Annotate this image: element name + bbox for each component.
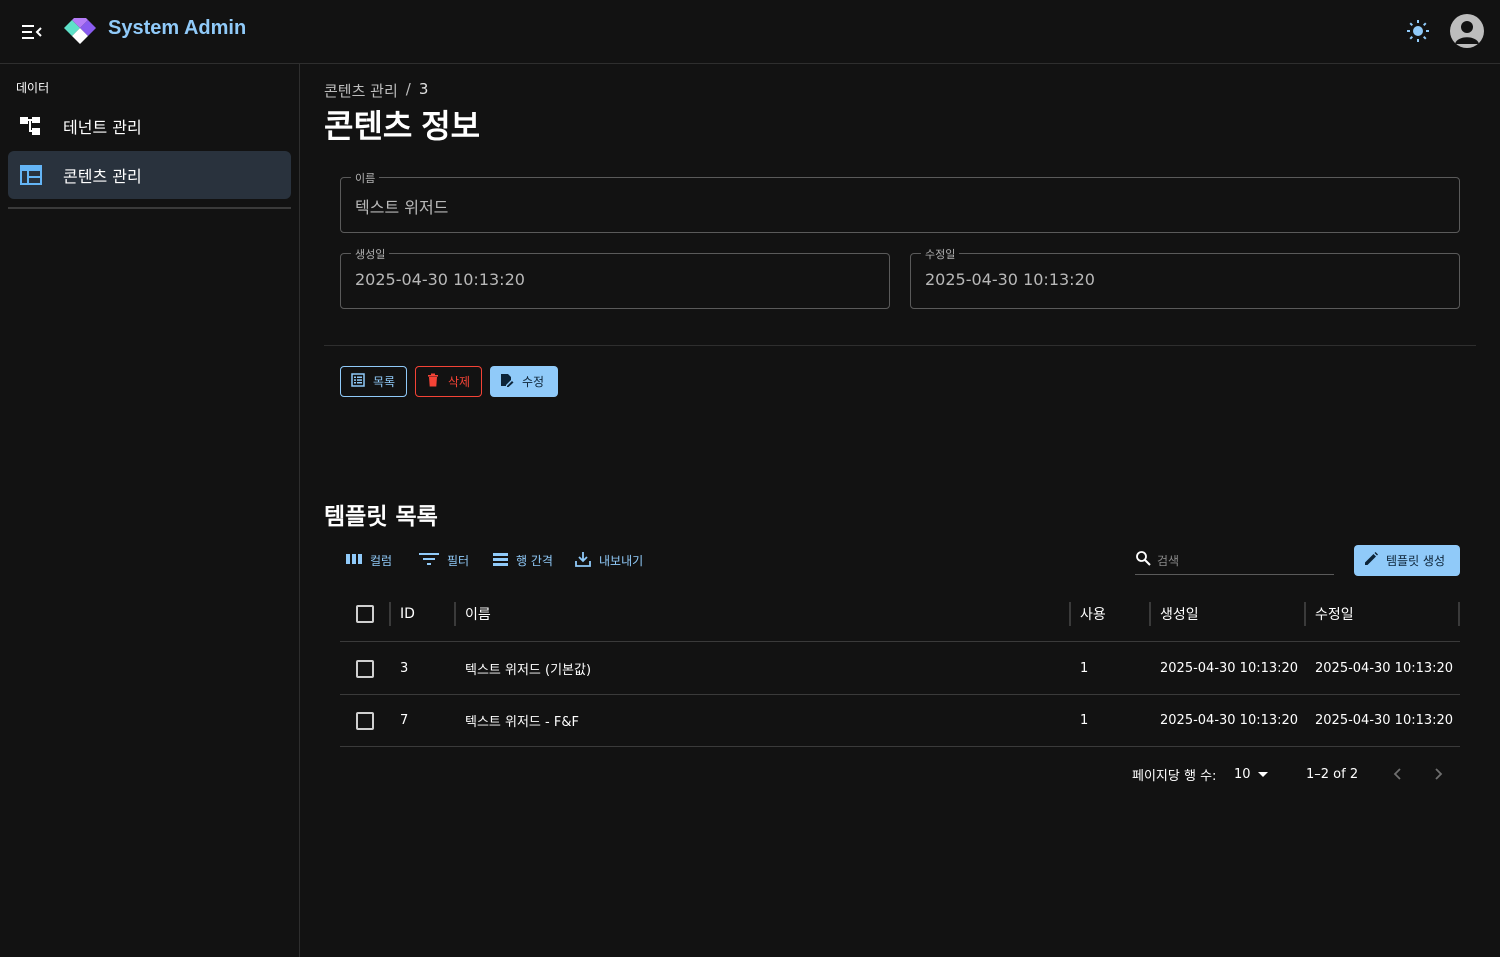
density-toolbar-button[interactable]: 행 간격 — [493, 549, 553, 571]
row-id: 3 — [400, 661, 409, 676]
create-template-label: 템플릿 생성 — [1386, 554, 1446, 568]
list-button-label: 목록 — [373, 375, 396, 389]
row-created: 2025-04-30 10:13:20 — [1160, 661, 1299, 676]
row-checkbox[interactable] — [356, 643, 374, 694]
breadcrumb-separator: / — [405, 80, 411, 98]
row-updated: 2025-04-30 10:13:20 — [1315, 661, 1454, 676]
table-row[interactable]: 7 텍스트 위저드 - F&F 1 2025-04-30 10:13:20 20… — [340, 695, 1460, 747]
row-name: 텍스트 위저드 - F&F — [465, 715, 579, 730]
tenant-tree-icon — [20, 116, 50, 136]
sidebar-item-contents[interactable]: 콘텐츠 관리 — [8, 151, 291, 199]
create-template-button[interactable]: 템플릿 생성 — [1354, 545, 1460, 576]
breadcrumb-current: 3 — [418, 80, 429, 98]
menu-open-icon[interactable] — [14, 14, 50, 50]
diamond-logo — [64, 12, 96, 46]
app-bar: System Admin — [0, 0, 1500, 64]
caret-down-icon — [1257, 767, 1269, 782]
select-all-checkbox[interactable] — [356, 586, 374, 641]
density-label: 행 간격 — [516, 553, 553, 568]
column-header-id[interactable]: ID — [400, 586, 415, 641]
density-icon — [493, 552, 508, 569]
name-field-label: 이름 — [351, 170, 380, 186]
export-label: 내보내기 — [599, 553, 644, 568]
created-date-value: 2025-04-30 10:13:20 — [355, 270, 525, 289]
breadcrumb-parent-link[interactable]: 콘텐츠 관리 — [324, 80, 398, 101]
rows-per-page-select[interactable]: 10 — [1234, 763, 1269, 785]
content-table-icon — [20, 165, 50, 185]
columns-toolbar-button[interactable]: 컬럼 — [346, 549, 392, 571]
delete-button-label: 삭제 — [448, 375, 471, 389]
edit-button[interactable]: 수정 — [490, 366, 558, 397]
name-field-value: 텍스트 위저드 — [355, 198, 449, 217]
rows-per-page-label: 페이지당 행 수: — [1132, 768, 1217, 784]
row-name: 텍스트 위저드 (기본값) — [465, 663, 592, 678]
filter-icon — [419, 552, 439, 569]
updated-date-field[interactable]: 수정일 2025-04-30 10:13:20 — [910, 246, 1460, 309]
search-icon — [1135, 550, 1151, 570]
account-icon[interactable] — [1450, 14, 1484, 48]
filter-toolbar-button[interactable]: 필터 — [419, 549, 469, 571]
sidebar-item-label: 콘텐츠 관리 — [63, 167, 142, 186]
breadcrumb: 콘텐츠 관리 / 3 — [324, 80, 428, 101]
table-header-row: ID 이름 사용 생성일 수정일 — [340, 586, 1460, 642]
trash-icon — [426, 373, 440, 390]
list-icon — [351, 373, 365, 390]
sidebar-section-label: 데이터 — [16, 81, 50, 95]
filter-label: 필터 — [447, 553, 470, 568]
sidebar-item-tenants[interactable]: 테넌트 관리 — [8, 102, 291, 150]
edit-document-icon — [500, 373, 514, 390]
templates-section-title: 템플릿 목록 — [324, 504, 438, 530]
search-placeholder: 검색 — [1157, 553, 1180, 568]
sidebar-divider — [8, 207, 291, 209]
row-id: 7 — [400, 713, 409, 728]
row-use: 1 — [1080, 713, 1089, 728]
columns-label: 컬럼 — [370, 553, 393, 568]
page-title: 콘텐츠 정보 — [324, 108, 481, 144]
pagination-range: 1–2 of 2 — [1306, 766, 1359, 782]
export-toolbar-button[interactable]: 내보내기 — [575, 549, 643, 571]
search-input[interactable]: 검색 — [1135, 546, 1334, 575]
row-updated: 2025-04-30 10:13:20 — [1315, 713, 1454, 728]
sun-icon[interactable] — [1400, 13, 1436, 49]
sidebar-item-label: 테넌트 관리 — [63, 118, 142, 137]
app-title: System Admin — [108, 17, 247, 39]
edit-button-label: 수정 — [522, 375, 545, 389]
next-page-icon[interactable] — [1431, 763, 1445, 785]
download-icon — [575, 551, 591, 570]
column-header-use[interactable]: 사용 — [1080, 586, 1106, 641]
sidebar: 데이터 테넌트 관리 콘텐츠 관리 — [0, 64, 300, 957]
rows-per-page-value: 10 — [1234, 766, 1251, 782]
column-header-updated[interactable]: 수정일 — [1315, 586, 1354, 641]
updated-date-value: 2025-04-30 10:13:20 — [925, 270, 1095, 289]
row-created: 2025-04-30 10:13:20 — [1160, 713, 1299, 728]
table-row[interactable]: 3 텍스트 위저드 (기본값) 1 2025-04-30 10:13:20 20… — [340, 643, 1460, 695]
column-header-created[interactable]: 생성일 — [1160, 586, 1199, 641]
list-button[interactable]: 목록 — [340, 366, 407, 397]
name-field[interactable]: 이름 텍스트 위저드 — [340, 170, 1460, 233]
column-header-name[interactable]: 이름 — [465, 586, 491, 641]
delete-button[interactable]: 삭제 — [415, 366, 482, 397]
section-divider — [324, 345, 1476, 346]
columns-icon — [346, 553, 362, 568]
row-checkbox[interactable] — [356, 695, 374, 746]
pencil-icon — [1364, 552, 1378, 569]
previous-page-icon[interactable] — [1391, 763, 1405, 785]
row-use: 1 — [1080, 661, 1089, 676]
created-date-label: 생성일 — [351, 246, 390, 262]
updated-date-label: 수정일 — [921, 246, 960, 262]
created-date-field[interactable]: 생성일 2025-04-30 10:13:20 — [340, 246, 890, 309]
